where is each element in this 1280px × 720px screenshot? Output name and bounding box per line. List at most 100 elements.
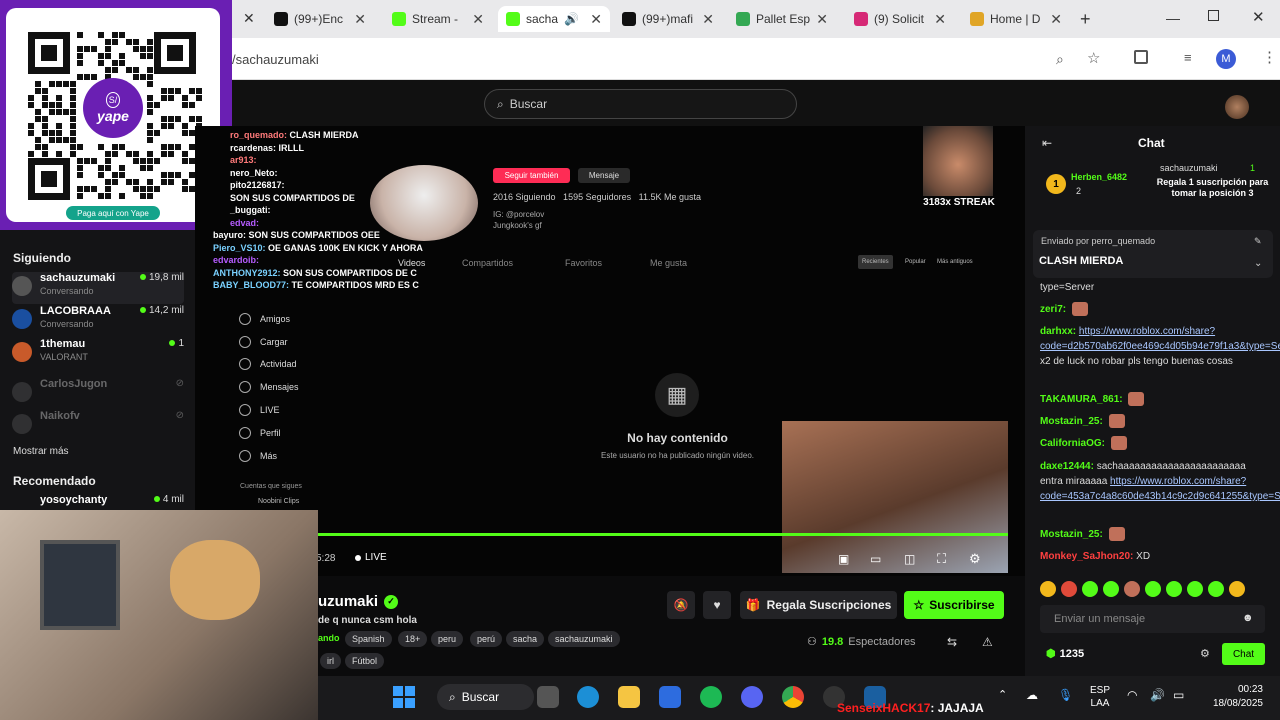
stream-tag[interactable]: perú xyxy=(470,631,503,647)
discord-icon[interactable] xyxy=(741,686,763,708)
report-icon[interactable]: ⚠ xyxy=(982,635,993,649)
edge-icon[interactable] xyxy=(577,686,599,708)
tab-close-icon[interactable]: ✕ xyxy=(816,11,828,28)
browser-tab[interactable]: (9) Solicit ✕ xyxy=(846,6,954,32)
url-field[interactable]: /sachauzumaki xyxy=(232,46,1112,72)
volume-icon[interactable]: 🔊 xyxy=(1150,688,1165,702)
sidebar-channel[interactable]: CarlosJugon ⊘ xyxy=(12,378,184,410)
browser-tab[interactable]: sacha 🔊 ✕ xyxy=(498,6,610,32)
stream-tag[interactable]: peru xyxy=(431,631,464,647)
browser-tab[interactable]: Pallet Esp ✕ xyxy=(728,6,836,32)
emote-icon[interactable] xyxy=(1124,581,1140,597)
tab-close-icon[interactable]: ✕ xyxy=(590,11,602,28)
media-control-icon[interactable]: ≡ xyxy=(1184,50,1192,65)
chat-settings-icon[interactable]: ⚙ xyxy=(1200,647,1210,660)
file-explorer-icon[interactable] xyxy=(618,686,640,708)
site-search-input[interactable]: ⌕ Buscar xyxy=(484,89,797,119)
tray-chevron-icon[interactable]: ⌃ xyxy=(998,688,1007,701)
tab-close-icon[interactable]: ✕ xyxy=(1050,11,1062,28)
stream-tag[interactable]: 18+ xyxy=(398,631,428,647)
windows-start-icon[interactable] xyxy=(393,686,415,708)
unpin-icon[interactable]: ✎ xyxy=(1254,236,1262,247)
clock[interactable]: 00:23 18/08/2025 xyxy=(1198,683,1263,711)
clip-icon[interactable]: ▣ xyxy=(838,552,849,566)
chat-username[interactable]: Monkey_SaJhon20: xyxy=(1040,551,1133,562)
stream-tag[interactable]: Spanish xyxy=(345,631,392,647)
chat-username[interactable]: Mostazin_25: xyxy=(1040,529,1103,540)
chat-username[interactable]: daxe12444: xyxy=(1040,461,1094,472)
browser-tab[interactable]: Stream - ✕ xyxy=(384,6,492,32)
battery-icon[interactable]: ▭ xyxy=(1173,688,1184,702)
chat-username[interactable]: zeri7: xyxy=(1040,304,1066,315)
emote-icon[interactable] xyxy=(1145,581,1161,597)
show-more-link[interactable]: Mostrar más xyxy=(13,446,69,457)
browser-tab[interactable]: Home | D ✕ xyxy=(962,6,1070,32)
chat-username[interactable]: CaliforniaOG: xyxy=(1040,438,1105,449)
emote-icon[interactable] xyxy=(1061,581,1077,597)
channel-points[interactable]: ⬢ 1235 xyxy=(1046,647,1084,661)
emote-icon[interactable] xyxy=(1187,581,1203,597)
browser-menu-icon[interactable]: ⋮ xyxy=(1262,48,1277,66)
subscribe-button[interactable]: ☆ Suscribirse xyxy=(904,591,1004,619)
chat-send-button[interactable]: Chat xyxy=(1222,643,1265,665)
stream-tag[interactable]: Fútbol xyxy=(345,653,385,669)
user-avatar[interactable] xyxy=(1225,95,1249,119)
recommended-item[interactable]: yosoychanty 4 mil xyxy=(12,494,184,510)
sidebar-channel[interactable]: LACOBRAAA Conversando 14,2 mil xyxy=(12,305,184,337)
settings-gear-icon[interactable]: ⚙ xyxy=(969,551,981,567)
browser-tab[interactable]: (99+)mafi ✕ xyxy=(614,6,722,32)
sidebar-channel[interactable]: Naikofv ⊘ xyxy=(12,410,184,442)
tab-close-icon[interactable]: ✕ xyxy=(243,10,255,27)
wifi-icon[interactable]: ◠ xyxy=(1127,688,1137,702)
minimize-icon[interactable]: — xyxy=(1166,10,1180,26)
heart-follow-icon[interactable]: ♥ xyxy=(703,591,731,619)
streamer-name[interactable]: uzumaki ✓ xyxy=(318,593,399,610)
sidebar-channel[interactable]: sachauzumaki Conversando 19,8 mil xyxy=(12,272,184,304)
onedrive-icon[interactable]: ☁ xyxy=(1026,688,1038,702)
profile-avatar[interactable]: M xyxy=(1216,49,1236,69)
chat-username[interactable]: TAKAMURA_861: xyxy=(1040,394,1123,405)
chat-username[interactable]: darhxx: xyxy=(1040,326,1076,337)
mute-notifications-icon[interactable]: 🔕 xyxy=(667,591,695,619)
player-progress-bar[interactable] xyxy=(318,533,1008,536)
emote-icon[interactable] xyxy=(1229,581,1245,597)
emote-icon[interactable] xyxy=(1208,581,1224,597)
close-window-icon[interactable]: ✕ xyxy=(1252,8,1265,26)
theater-icon[interactable]: ▭ xyxy=(870,552,881,566)
sidebar-channel[interactable]: 1themau VALORANT 1 xyxy=(12,338,184,370)
emote-icon[interactable] xyxy=(1082,581,1098,597)
tab-close-icon[interactable]: ✕ xyxy=(472,11,484,28)
taskbar-search[interactable]: ⌕ Buscar xyxy=(437,684,534,710)
new-tab-icon[interactable]: + xyxy=(1080,9,1091,30)
emote-icon[interactable] xyxy=(1040,581,1056,597)
maximize-icon[interactable] xyxy=(1208,10,1219,21)
tab-close-icon[interactable]: ✕ xyxy=(354,11,366,28)
browser-tab[interactable]: (99+)Enc ✕ xyxy=(266,6,374,32)
tab-close-icon[interactable]: ✕ xyxy=(934,11,946,28)
gift-subs-button[interactable]: 🎁 Regala Suscripciones xyxy=(740,591,897,619)
fullscreen-icon[interactable]: ⛶ xyxy=(937,551,946,567)
stream-tag[interactable]: irl xyxy=(320,653,341,669)
microphone-icon[interactable]: 🎙 xyxy=(1058,688,1073,702)
extensions-icon[interactable] xyxy=(1134,50,1148,64)
emote-icon[interactable] xyxy=(1103,581,1119,597)
zoom-icon[interactable]: ⌕ xyxy=(1056,51,1064,68)
spotify-icon[interactable] xyxy=(700,686,722,708)
stream-tag[interactable]: sachauzumaki xyxy=(548,631,620,647)
task-view-icon[interactable] xyxy=(537,686,559,708)
bookmark-star-icon[interactable]: ☆ xyxy=(1087,49,1100,67)
chat-username[interactable]: Mostazin_25: xyxy=(1040,416,1103,427)
chat-input[interactable]: Enviar un mensaje xyxy=(1040,605,1265,633)
collapse-chat-icon[interactable]: ⇤ xyxy=(1042,136,1052,150)
emoji-icon[interactable]: ☻ xyxy=(1242,612,1254,624)
tab-close-icon[interactable]: ✕ xyxy=(702,11,714,28)
stream-category[interactable]: ando xyxy=(318,633,340,643)
store-icon[interactable] xyxy=(659,686,681,708)
chevron-down-icon[interactable]: ⌄ xyxy=(1254,258,1262,269)
chrome-icon[interactable] xyxy=(782,686,804,708)
share-icon[interactable]: ⇆ xyxy=(947,635,957,649)
stream-tag[interactable]: sacha xyxy=(506,631,545,647)
language-indicator[interactable]: ESP LAA xyxy=(1090,684,1110,710)
emote-icon[interactable] xyxy=(1166,581,1182,597)
emote-bar[interactable] xyxy=(1040,581,1265,599)
